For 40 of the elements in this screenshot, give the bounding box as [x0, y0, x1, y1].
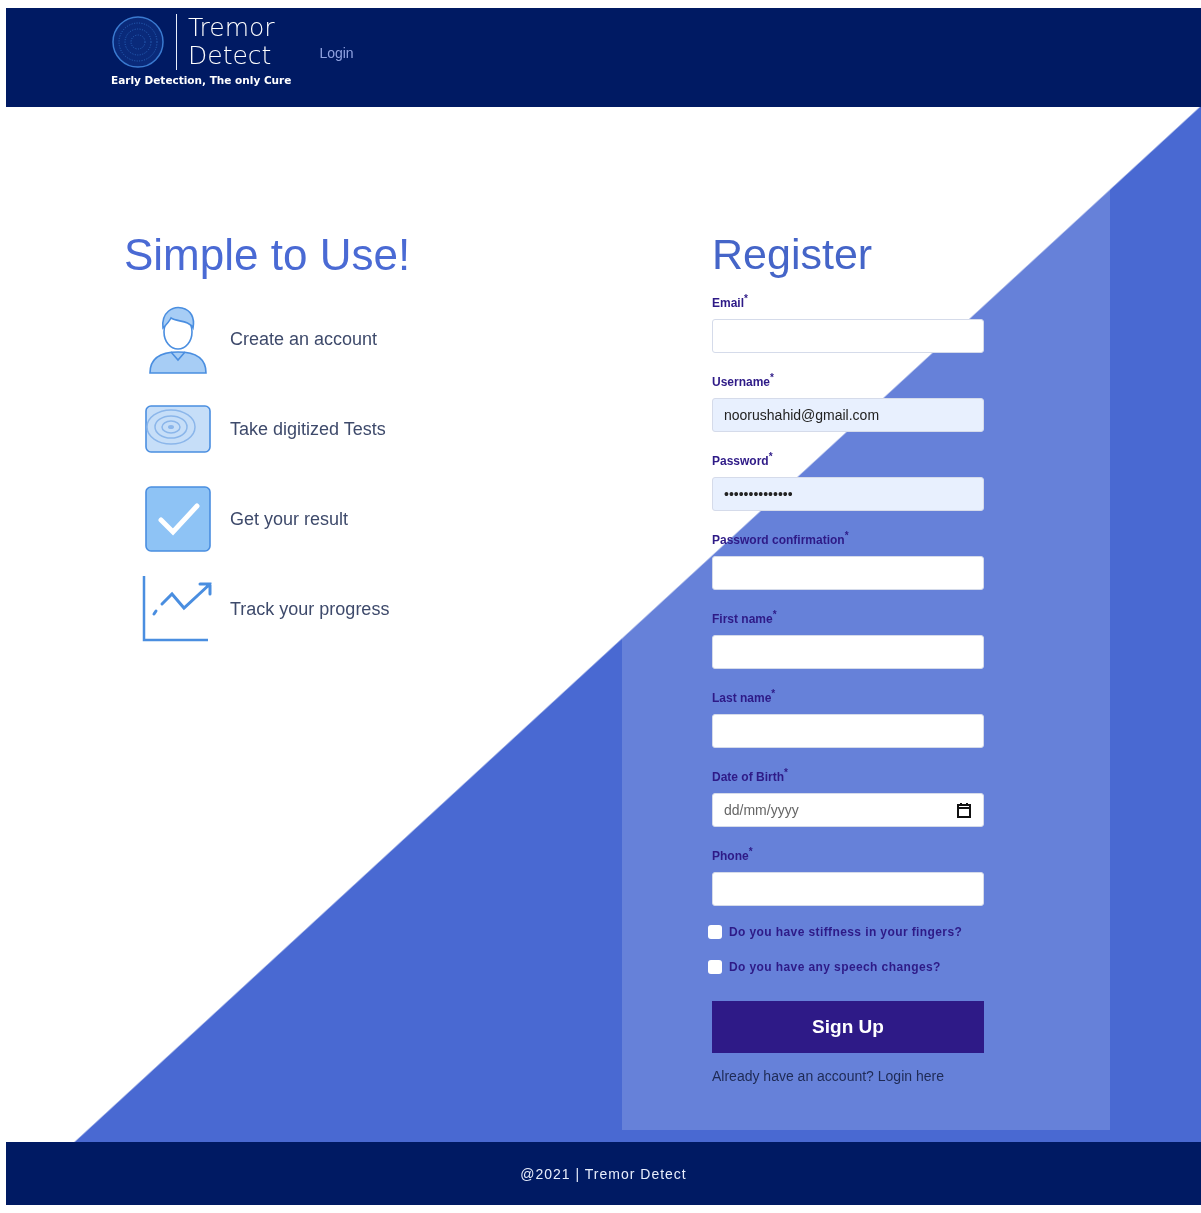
brand-name: Detect — [188, 42, 273, 70]
field-label: Username$^{*}$ — [712, 372, 775, 389]
checkbox[interactable] — [708, 925, 722, 939]
tagline: Early Detection, The only Cure — [111, 74, 292, 86]
step-label: Track your progress — [230, 598, 390, 620]
input-field[interactable] — [712, 872, 984, 906]
checkbox-label: Do you have stiffness in your fingers? — [729, 925, 963, 939]
calendar-icon — [956, 802, 972, 818]
date-field[interactable]: dd/mm/yyyy — [712, 793, 984, 827]
checkmark-icon — [145, 486, 211, 552]
person-icon — [147, 304, 209, 374]
input-field[interactable] — [712, 635, 984, 669]
form-title: Register — [712, 230, 874, 279]
field-label: Phone$^{*}$ — [712, 846, 754, 863]
field-label: First name$^{*}$ — [712, 609, 778, 626]
nav-link[interactable]: Login — [319, 45, 354, 61]
brand-name: Tremor — [188, 14, 275, 42]
globe-logo-icon — [112, 16, 164, 68]
field-label: Date of Birth$^{*}$ — [712, 767, 789, 784]
section-heading: Simple to Use! — [124, 230, 412, 280]
trend-chart-icon — [142, 576, 214, 642]
sign-up-button[interactable]: Sign Up — [712, 1001, 984, 1053]
step-label: Take digitized Tests — [230, 418, 386, 440]
copyright-text: @2021 | Tremor Detect — [520, 1165, 687, 1182]
field-label: Last name$^{*}$ — [712, 688, 777, 705]
input-field[interactable] — [712, 556, 984, 590]
field-label: Email$^{*}$ — [712, 293, 749, 310]
checkbox[interactable] — [708, 960, 722, 974]
checkbox-label: Do you have any speech changes? — [729, 960, 941, 974]
ripple-icon — [145, 405, 211, 453]
login-prompt: Already have an account? Login here — [712, 1068, 945, 1084]
input-field[interactable]: noorushahid@gmail.com — [712, 398, 984, 432]
step-label: Create an account — [230, 328, 378, 350]
input-field[interactable] — [712, 319, 984, 353]
step-label: Get your result — [230, 508, 349, 530]
input-field[interactable] — [712, 714, 984, 748]
login-link[interactable]: Login here — [877, 1068, 944, 1084]
date-placeholder: dd/mm/yyyy — [724, 802, 799, 818]
input-field[interactable]: •••••••••••••• — [712, 477, 984, 511]
field-label: Password$^{*}$ — [712, 451, 774, 468]
